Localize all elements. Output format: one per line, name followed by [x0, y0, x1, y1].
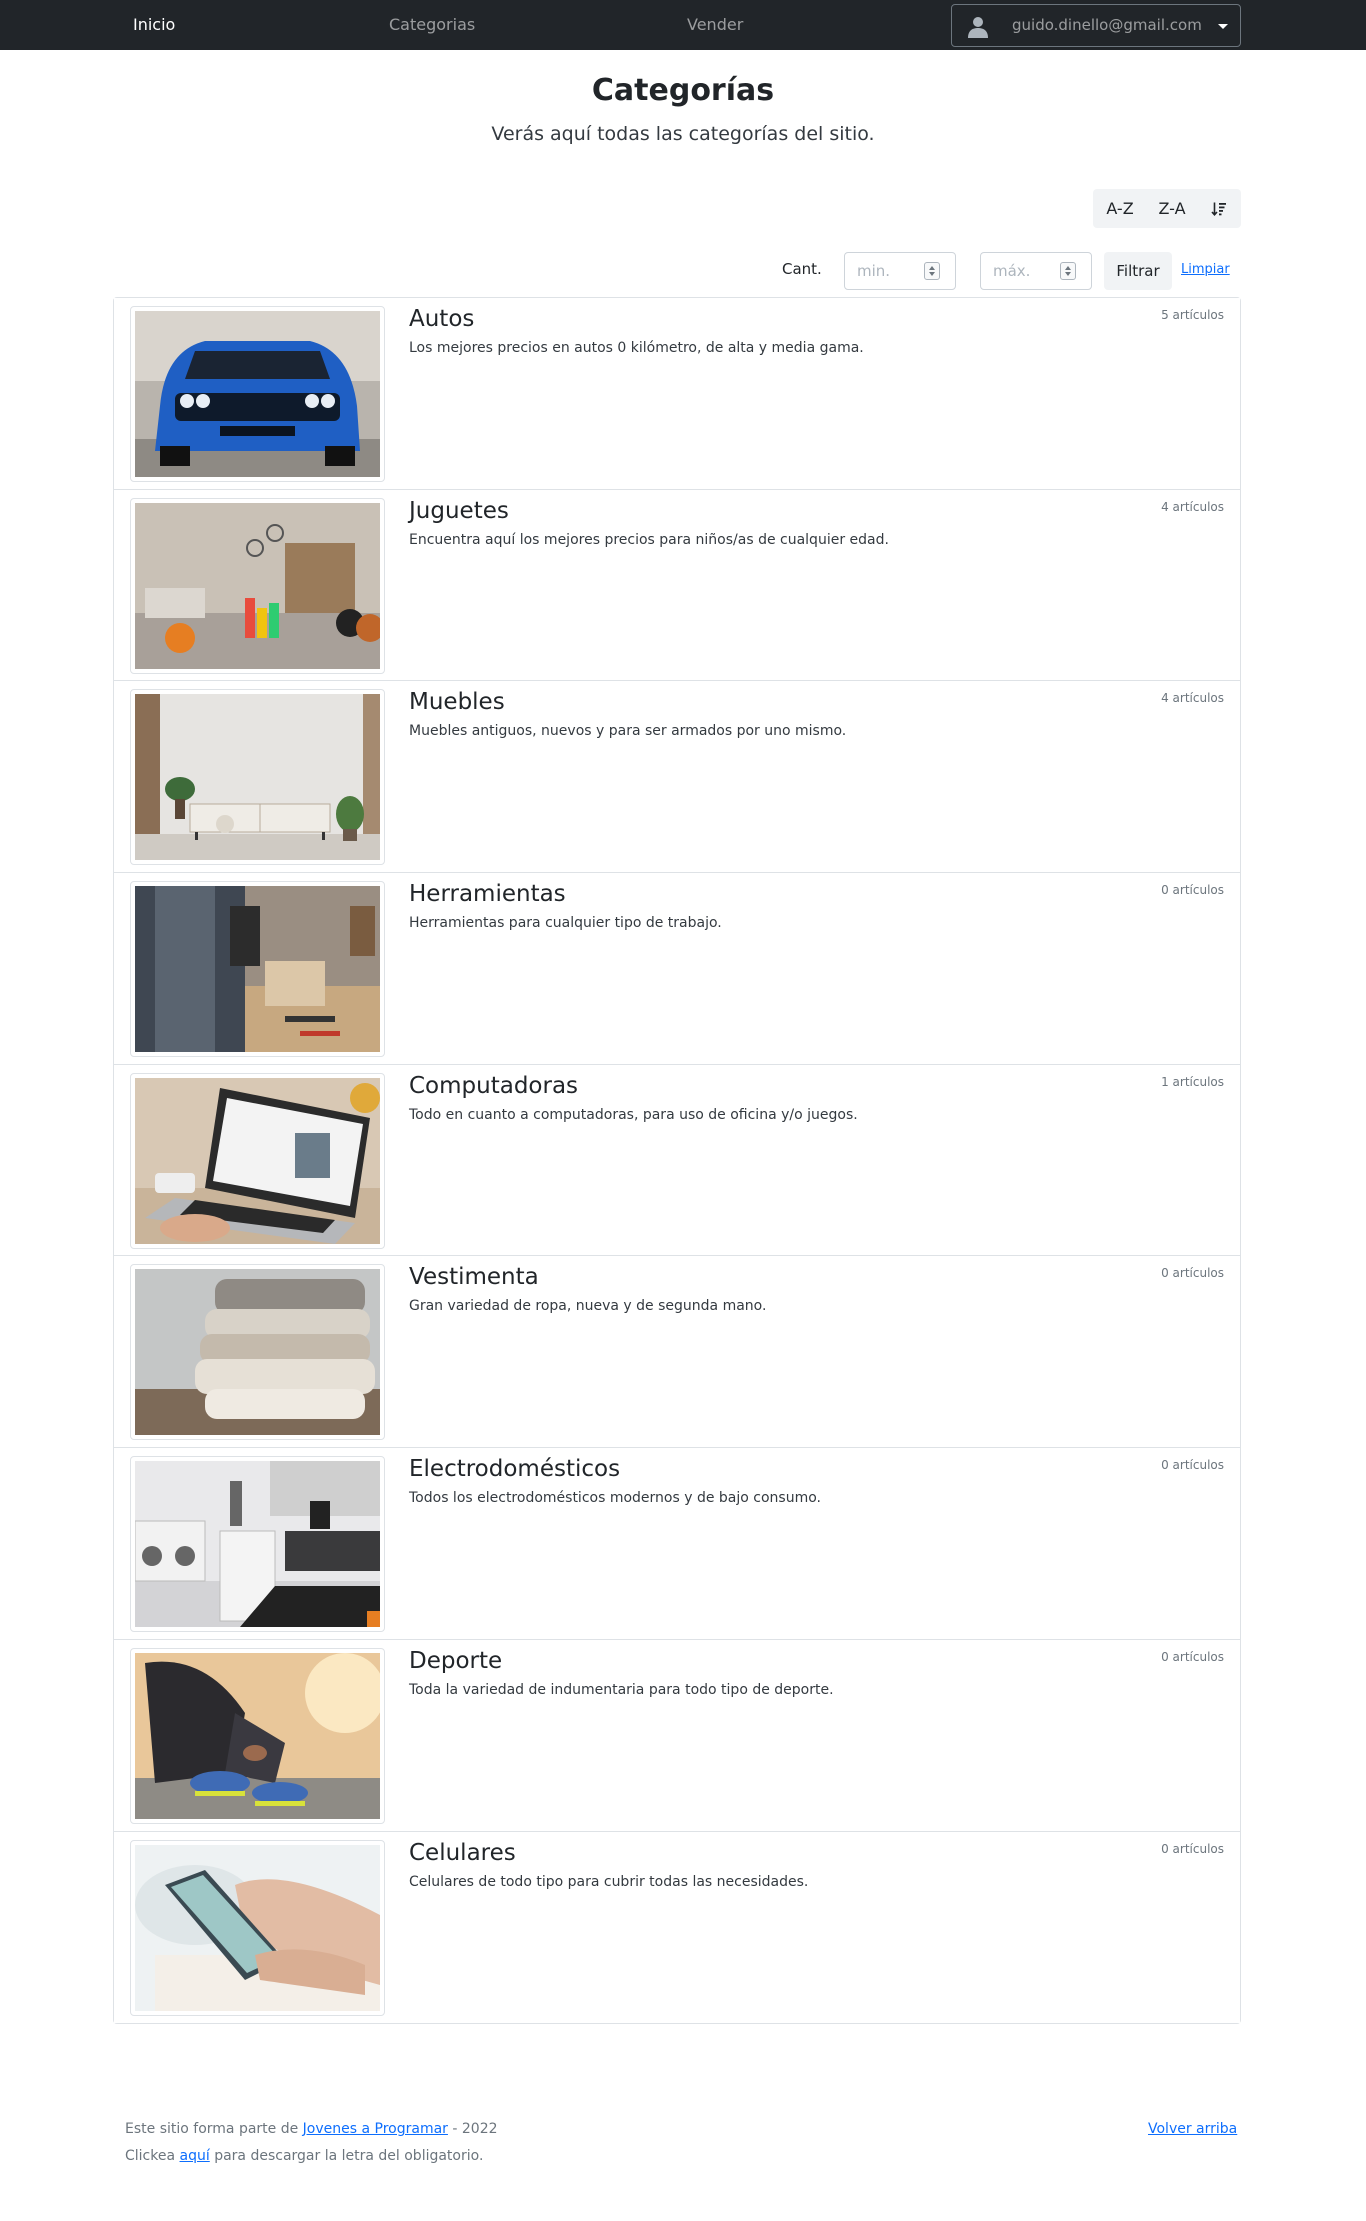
category-item-electrodomesticos[interactable]: Electrodomésticos Todos los electrodomés…	[114, 1448, 1240, 1640]
category-count: 5 artículos	[1161, 308, 1224, 322]
download-link[interactable]: aquí	[180, 2148, 210, 2164]
footer-text: para descargar la letra del obligatorio.	[209, 2148, 484, 2164]
category-description: Encuentra aquí los mejores precios para …	[409, 531, 889, 548]
nav-link-inicio[interactable]: Inicio	[133, 0, 175, 50]
category-name: Vestimenta	[409, 1264, 539, 1291]
car-photo	[135, 311, 380, 477]
nav-link-vender[interactable]: Vender	[687, 0, 743, 50]
category-description: Todo en cuanto a computadoras, para uso …	[409, 1106, 858, 1123]
category-item-computadoras[interactable]: Computadoras Todo en cuanto a computador…	[114, 1064, 1240, 1257]
category-count: 4 artículos	[1161, 499, 1224, 514]
category-item-muebles[interactable]: Muebles Muebles antiguos, nuevos y para …	[114, 681, 1240, 874]
footer-text: Este sitio forma parte de	[125, 2121, 303, 2137]
sort-amount-down-icon	[1211, 202, 1226, 216]
sort-za-button[interactable]: Z-A	[1147, 189, 1197, 228]
category-item-celulares[interactable]: Celulares Celulares de todo tipo para cu…	[114, 1831, 1240, 2024]
category-item-juguetes[interactable]: Juguetes Encuentra aquí los mejores prec…	[114, 489, 1240, 682]
category-name: Autos	[409, 306, 475, 332]
category-item-deporte[interactable]: Deporte Toda la variedad de indumentaria…	[114, 1639, 1240, 1832]
category-count: 0 artículos	[1161, 883, 1224, 898]
footer-text: - 2022	[447, 2121, 498, 2137]
category-name: Herramientas	[409, 881, 566, 908]
filter-min-input[interactable]	[844, 252, 956, 290]
category-image	[130, 689, 385, 866]
furniture-photo	[135, 694, 380, 861]
category-name: Electrodomésticos	[409, 1456, 621, 1483]
clear-filter-link[interactable]: Limpiar	[1181, 262, 1230, 277]
category-name: Celulares	[409, 1839, 516, 1866]
category-list: Autos Los mejores precios en autos 0 kil…	[113, 297, 1241, 2025]
sport-photo	[135, 1652, 380, 1819]
footer-download: Clickea aquí para descargar la letra del…	[125, 2148, 483, 2164]
page-subtitle: Verás aquí todas las categorías del siti…	[491, 123, 875, 145]
category-description: Gran variedad de ropa, nueva y de segund…	[409, 1298, 767, 1315]
phone-photo	[135, 1844, 380, 2011]
category-item-vestimenta[interactable]: Vestimenta Gran variedad de ropa, nueva …	[114, 1256, 1240, 1449]
footer-text: Clickea	[125, 2148, 180, 2164]
caret-down-icon	[1218, 24, 1228, 29]
category-name: Juguetes	[409, 497, 509, 524]
user-menu-dropdown[interactable]: guido.dinello@gmail.com	[951, 4, 1241, 47]
category-description: Los mejores precios en autos 0 kilómetro…	[409, 340, 864, 356]
category-image	[130, 1456, 385, 1633]
category-description: Toda la variedad de indumentaria para to…	[409, 1681, 834, 1698]
kitchen-photo	[135, 1461, 380, 1628]
category-image	[130, 1647, 385, 1824]
filter-button[interactable]: Filtrar	[1104, 252, 1172, 290]
category-name: Deporte	[409, 1647, 503, 1674]
category-count: 0 artículos	[1161, 1458, 1224, 1473]
tools-photo	[135, 886, 380, 1053]
toys-photo	[135, 502, 380, 669]
sort-az-button[interactable]: A-Z	[1093, 189, 1147, 228]
category-count: 0 artículos	[1161, 1841, 1224, 1856]
category-image	[130, 1264, 385, 1441]
footer-credit: Este sitio forma parte de Jovenes a Prog…	[125, 2121, 498, 2137]
category-description: Muebles antiguos, nuevos y para ser arma…	[409, 723, 847, 740]
category-count: 0 artículos	[1161, 1266, 1224, 1281]
category-image	[130, 881, 385, 1058]
category-name: Computadoras	[409, 1072, 579, 1099]
sort-by-count-button[interactable]	[1197, 189, 1241, 228]
filter-max-input[interactable]	[980, 252, 1092, 290]
navbar: Inicio Categorias Vender guido.dinello@g…	[0, 0, 1366, 50]
category-image	[130, 1072, 385, 1249]
category-count: 0 artículos	[1161, 1649, 1224, 1664]
category-count: 1 artículos	[1161, 1074, 1224, 1089]
category-image	[130, 306, 385, 482]
category-description: Todos los electrodomésticos modernos y d…	[409, 1490, 821, 1507]
laptop-photo	[135, 1077, 380, 1244]
page-title: Categorías	[591, 73, 775, 108]
category-image	[130, 1839, 385, 2016]
clothes-photo	[135, 1269, 380, 1436]
filter-count-label: Cant.	[782, 260, 822, 278]
category-name: Muebles	[409, 689, 505, 716]
category-description: Herramientas para cualquier tipo de trab…	[409, 915, 722, 932]
user-email: guido.dinello@gmail.com	[1012, 16, 1202, 34]
sort-button-group: A-Z Z-A	[1093, 189, 1241, 228]
category-image	[130, 497, 385, 674]
back-to-top-link[interactable]: Volver arriba	[1148, 2121, 1237, 2137]
jovenes-a-programar-link[interactable]: Jovenes a Programar	[303, 2121, 448, 2137]
category-item-autos[interactable]: Autos Los mejores precios en autos 0 kil…	[114, 298, 1240, 490]
user-avatar-icon	[968, 17, 988, 38]
category-count: 4 artículos	[1161, 691, 1224, 706]
category-item-herramientas[interactable]: Herramientas Herramientas para cualquier…	[114, 873, 1240, 1065]
nav-link-categorias[interactable]: Categorias	[389, 0, 475, 50]
category-description: Celulares de todo tipo para cubrir todas…	[409, 1873, 809, 1890]
